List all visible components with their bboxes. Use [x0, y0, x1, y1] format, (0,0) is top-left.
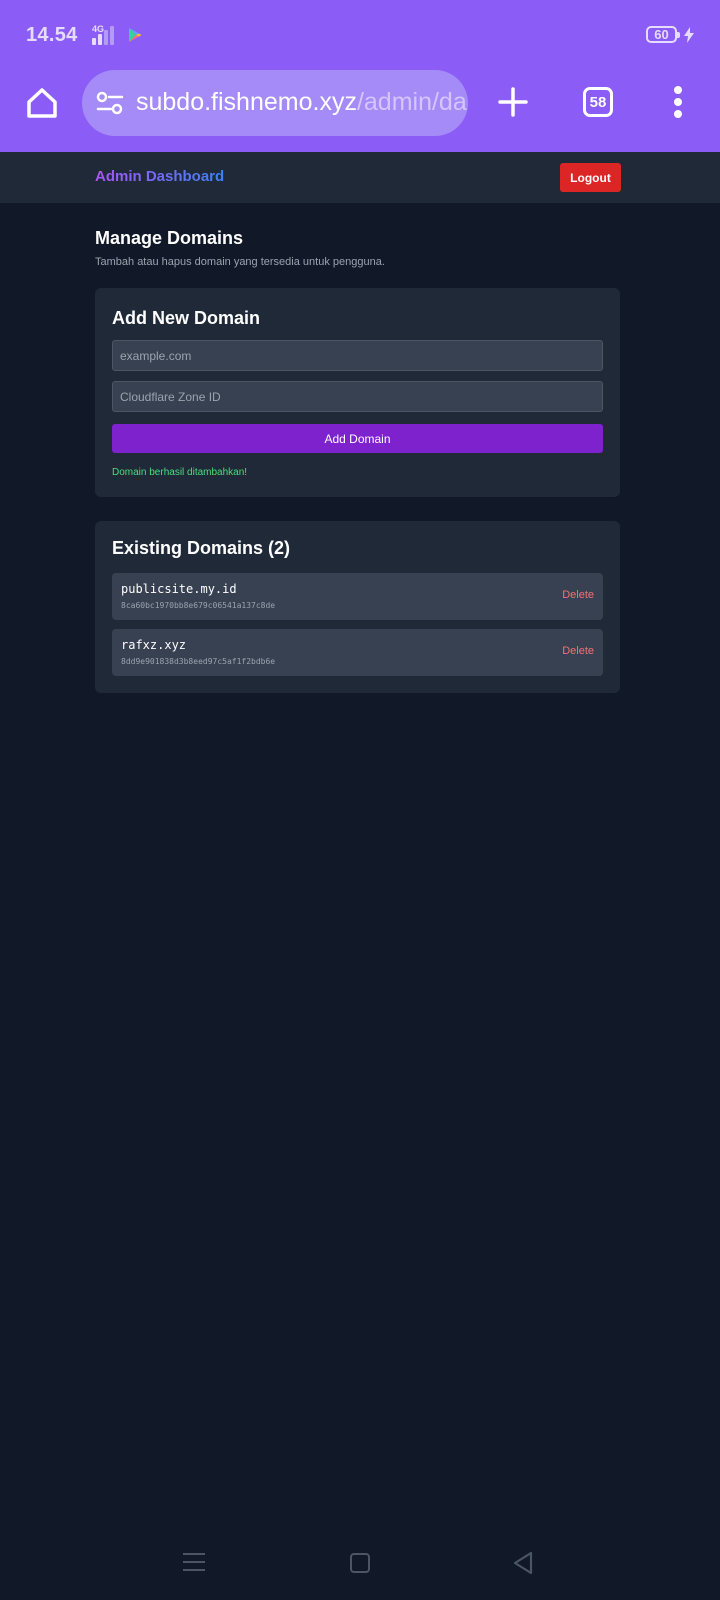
url-host: subdo.fishnemo.xyz [136, 88, 357, 116]
tab-switcher-button[interactable]: 58 [583, 87, 613, 117]
delete-domain-button[interactable]: Delete [562, 589, 594, 601]
home-icon[interactable] [24, 85, 60, 121]
status-bar: 14.54 4G 60 [0, 0, 720, 68]
recent-apps-icon[interactable] [183, 1553, 205, 1571]
charging-bolt-icon [684, 27, 694, 43]
nav-home-icon[interactable] [350, 1553, 370, 1573]
domain-list-item: rafxz.xyz 8dd9e901838d3b8eed97c5af1f2bdb… [112, 629, 603, 676]
domain-list-item: publicsite.my.id 8ca60bc1970bb8e679c0654… [112, 573, 603, 620]
delete-domain-button[interactable]: Delete [562, 645, 594, 657]
url-path: /admin/da [356, 88, 467, 116]
domain-zone-id: 8dd9e901838d3b8eed97c5af1f2bdb6e [121, 657, 276, 666]
battery-level: 60 [654, 27, 669, 42]
status-time: 14.54 [26, 24, 78, 46]
domain-name: publicsite.my.id [121, 582, 237, 596]
back-icon[interactable] [512, 1551, 534, 1575]
existing-domains-card: Existing Domains (2) publicsite.my.id 8c… [95, 521, 620, 693]
battery-icon: 60 [646, 26, 680, 43]
site-settings-icon[interactable] [96, 90, 124, 116]
add-domain-title: Add New Domain [112, 308, 261, 328]
browser-toolbar: subdo.fishnemo.xyz/admin/da 58 [0, 68, 720, 152]
app-title[interactable]: Admin Dashboard [95, 168, 224, 185]
add-domain-button[interactable]: Add Domain [112, 424, 603, 453]
domain-input[interactable] [112, 340, 603, 371]
url-text: subdo.fishnemo.xyz/admin/da [136, 88, 467, 117]
success-message: Domain berhasil ditambahkan! [112, 467, 248, 478]
tab-count: 58 [589, 93, 607, 111]
cellular-signal-icon: 4G [92, 24, 122, 45]
logout-button[interactable]: Logout [560, 163, 621, 192]
existing-domains-title: Existing Domains (2) [112, 538, 291, 558]
address-bar[interactable]: subdo.fishnemo.xyz/admin/da [82, 70, 468, 136]
network-type-label: 4G [92, 24, 105, 34]
domain-zone-id: 8ca60bc1970bb8e679c06541a137c8de [121, 601, 276, 610]
domain-name: rafxz.xyz [121, 638, 187, 652]
zone-id-input[interactable] [112, 381, 603, 412]
more-options-icon[interactable] [668, 86, 688, 118]
plus-icon[interactable] [497, 86, 529, 118]
page-subtitle: Tambah atau hapus domain yang tersedia u… [95, 256, 385, 268]
play-store-icon [129, 28, 142, 42]
page-title: Manage Domains [95, 228, 244, 248]
app-header: Admin Dashboard Logout [0, 152, 720, 203]
add-domain-card: Add New Domain Add Domain Domain berhasi… [95, 288, 620, 497]
